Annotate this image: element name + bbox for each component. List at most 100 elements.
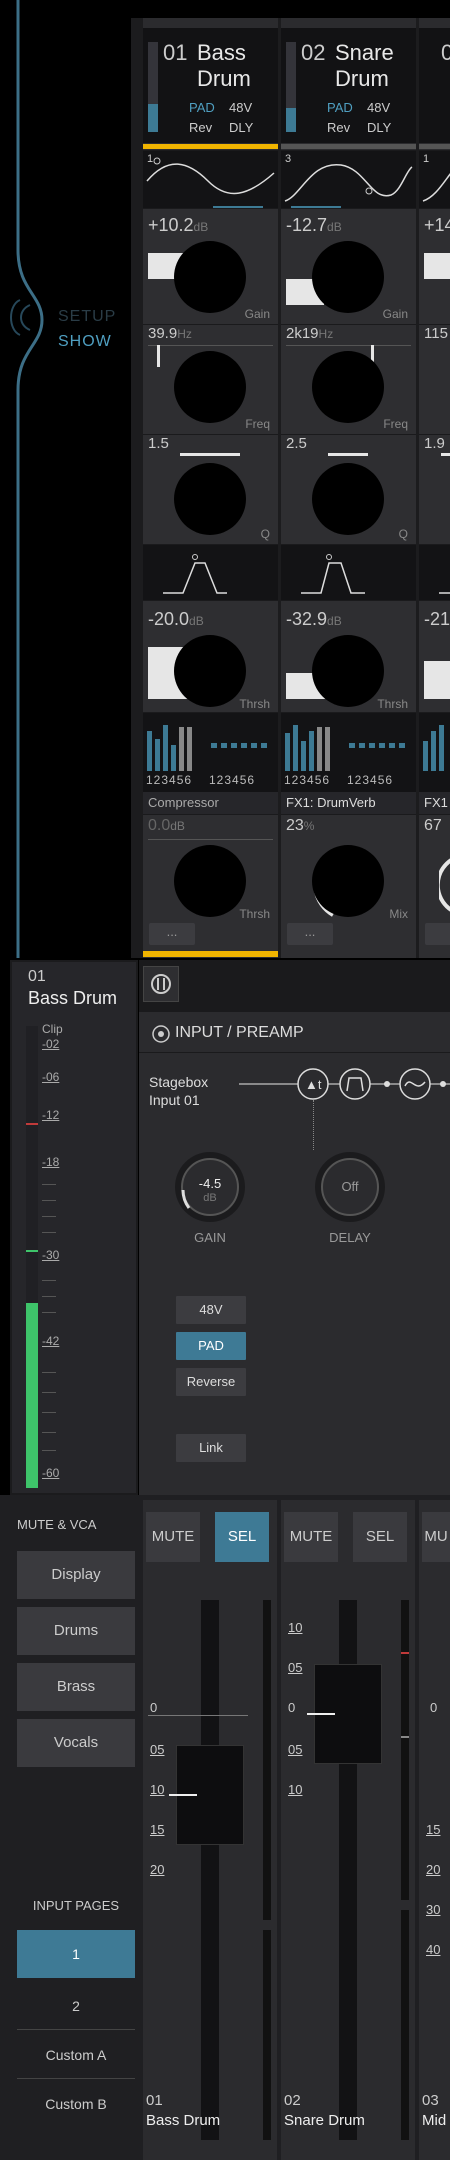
- channel-strip-03[interactable]: 0 1 +14 115 1.9 -21 FX1 67: [419, 18, 450, 958]
- delay-indicator: DLY: [367, 120, 392, 135]
- selected-highlight-bottom: [143, 951, 278, 957]
- preamp-body: INPUT / PREAMP Stagebox Input 01 ▲t -4.5…: [139, 1012, 450, 1495]
- eq-q-knob[interactable]: [174, 463, 246, 535]
- more-button[interactable]: ...: [287, 923, 333, 945]
- eq-curve-display[interactable]: 1: [143, 150, 278, 208]
- nav-rail: SETUP SHOW: [0, 0, 130, 958]
- eq-gain-section[interactable]: +10.2dB Gain: [143, 208, 278, 324]
- dyn-slot-value: 23%: [286, 817, 315, 834]
- dynamics-slot-section[interactable]: 23% Mix ...: [281, 814, 416, 958]
- mute-button[interactable]: MUTE: [146, 1512, 200, 1562]
- selected-channel-number: 01: [28, 968, 46, 985]
- dynamics-curve-display[interactable]: [143, 544, 278, 600]
- eq-q-section[interactable]: 1.5 Q: [143, 434, 278, 544]
- dynamics-slot-name[interactable]: FX1: DrumVerb: [281, 792, 416, 814]
- gain-label: Gain: [244, 307, 270, 321]
- dynamics-slot-section[interactable]: 0.0dB Thrsh ...: [143, 814, 278, 958]
- channel-strip-01[interactable]: 01 Bass Drum PAD 48V Rev DLY 1 +10.2dB G…: [143, 18, 278, 958]
- link-button[interactable]: Link: [176, 1434, 246, 1462]
- reverse-indicator: Rev: [327, 120, 351, 135]
- fader-scale-label: 0: [288, 1700, 296, 1715]
- fader-strip-02: MUTE SEL 10 05 0 05 10 02 Snare Drum: [281, 1500, 415, 2160]
- pad-button[interactable]: PAD: [176, 1332, 246, 1360]
- nav-show[interactable]: SHOW: [58, 333, 112, 351]
- mute-button[interactable]: MU: [422, 1512, 450, 1562]
- sel-button[interactable]: SEL: [215, 1512, 269, 1562]
- eq-curve-display[interactable]: 3: [281, 150, 416, 208]
- signal-chain[interactable]: ▲t: [239, 1064, 450, 1104]
- fader-channel-number: 03: [422, 2092, 439, 2109]
- fader-scale-label: 0: [150, 1700, 158, 1715]
- fader-track: [201, 1600, 219, 2140]
- sel-button[interactable]: SEL: [353, 1512, 407, 1562]
- eq-gain-knob[interactable]: [312, 241, 384, 313]
- dynamics-thresh-knob[interactable]: [174, 635, 246, 707]
- channel-header[interactable]: 0: [419, 28, 450, 143]
- eq-freq-knob[interactable]: [312, 351, 384, 423]
- more-button[interactable]: [425, 923, 450, 945]
- source-line2[interactable]: Input 01: [149, 1092, 200, 1108]
- gain-knob[interactable]: -4.5 dB: [175, 1152, 245, 1222]
- reverse-indicator: Rev: [189, 120, 213, 135]
- eq-freq-value: 39.9Hz: [148, 325, 192, 342]
- eq-freq-section[interactable]: 39.9Hz Freq: [143, 324, 278, 434]
- input-pages-title: INPUT PAGES: [32, 1898, 120, 1913]
- vca-vocals-button[interactable]: Vocals: [17, 1719, 135, 1767]
- input-page-2[interactable]: 2: [17, 1982, 135, 2030]
- panel-logo-button[interactable]: [143, 966, 179, 1002]
- q-label: Q: [398, 527, 408, 541]
- fader-scale-label: 0: [430, 1700, 438, 1715]
- nav-setup[interactable]: SETUP: [58, 308, 116, 326]
- gain-unit: dB: [203, 1192, 217, 1204]
- dynamics-curve-display[interactable]: [281, 544, 416, 600]
- dyn-slot-knob[interactable]: [312, 845, 384, 917]
- level-meter: [148, 42, 158, 132]
- gain-value: -4.5: [198, 1176, 222, 1191]
- reverse-button[interactable]: Reverse: [176, 1368, 246, 1396]
- fader-scale-label: 05: [288, 1742, 303, 1757]
- eq-curve-display[interactable]: 1: [419, 150, 450, 208]
- eq-freq-section[interactable]: 2k19Hz Freq: [281, 324, 416, 434]
- svg-text:▲t: ▲t: [305, 1077, 322, 1092]
- eq-gain-knob[interactable]: [174, 241, 246, 313]
- vca-brass-button[interactable]: Brass: [17, 1663, 135, 1711]
- input-page-custom-b[interactable]: Custom B: [17, 2080, 135, 2128]
- dynamics-slot-name[interactable]: Compressor: [143, 792, 278, 814]
- channel-header[interactable]: 02 Snare Drum PAD 48V Rev DLY: [281, 28, 416, 143]
- eq-q-section[interactable]: 2.5 Q: [281, 434, 416, 544]
- fader-scale-label: 10: [288, 1620, 303, 1635]
- input-page-custom-a[interactable]: Custom A: [17, 2031, 135, 2079]
- channel-strip-02[interactable]: 02 Snare Drum PAD 48V Rev DLY 3 -12.7dB …: [281, 18, 416, 958]
- delay-knob[interactable]: Off: [315, 1152, 385, 1222]
- vca-display-button[interactable]: Display: [17, 1551, 135, 1599]
- fader-handle[interactable]: [169, 1745, 244, 1845]
- dynamics-thresh-section[interactable]: -20.0dB Thrsh: [143, 600, 278, 712]
- meter-scale-label: -12: [42, 1108, 60, 1122]
- more-button[interactable]: ...: [149, 923, 195, 945]
- fader-scale-label: 05: [288, 1660, 303, 1675]
- dyn-slot-label: Thrsh: [239, 907, 270, 921]
- phantom-48v-button[interactable]: 48V: [176, 1296, 246, 1324]
- dynamics-thresh-section[interactable]: -32.9dB Thrsh: [281, 600, 416, 712]
- input-page-1[interactable]: 1: [17, 1930, 135, 1978]
- dyn-slot-knob[interactable]: [174, 845, 246, 917]
- eq-freq-knob[interactable]: [174, 351, 246, 423]
- channel-name-line2: Drum: [197, 66, 251, 91]
- eq-gain-section[interactable]: -12.7dB Gain: [281, 208, 416, 324]
- input-level-meter: [26, 1026, 38, 1488]
- freq-position-marker: [157, 345, 160, 367]
- power-icon[interactable]: [151, 1024, 171, 1044]
- dynamics-thresh-knob[interactable]: [312, 635, 384, 707]
- fader-handle[interactable]: [307, 1664, 382, 1764]
- fader-scale-label: 10: [150, 1782, 165, 1797]
- channel-header[interactable]: 01 Bass Drum PAD 48V Rev DLY: [143, 28, 278, 143]
- mute-button[interactable]: MUTE: [284, 1512, 338, 1562]
- vca-drums-button[interactable]: Drums: [17, 1607, 135, 1655]
- eq-q-knob[interactable]: [312, 463, 384, 535]
- fader-channel-name: Bass Drum: [146, 2112, 221, 2129]
- dynamics-slot-name[interactable]: FX1: [419, 792, 450, 814]
- dyn-slot-value: 67: [424, 817, 442, 834]
- pad-indicator: PAD: [189, 100, 215, 115]
- gain-knob-label: GAIN: [194, 1230, 226, 1245]
- source-line1[interactable]: Stagebox: [149, 1074, 208, 1090]
